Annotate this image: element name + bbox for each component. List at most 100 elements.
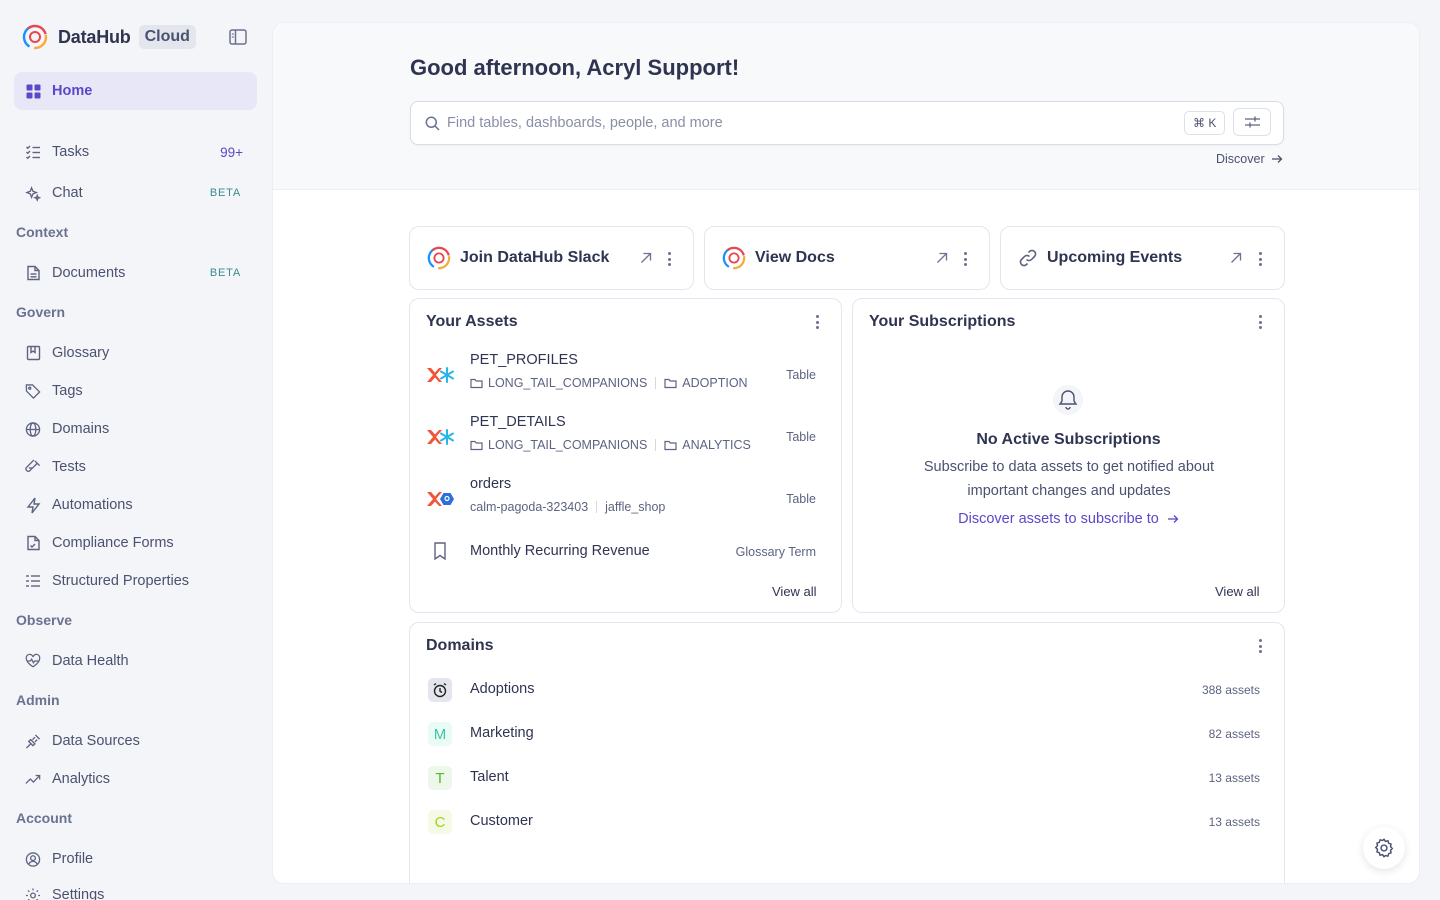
sidebar-item-settings[interactable]: Settings (14, 876, 257, 900)
sidebar-item-label: Tests (52, 459, 86, 475)
sidebar-item-domains[interactable]: Domains (14, 410, 257, 448)
link-card-slack[interactable]: Join DataHub Slack (409, 226, 694, 290)
floating-settings-button[interactable] (1363, 827, 1405, 869)
asset-path: calm-pagoda-323403 jaffle_shop (470, 500, 665, 514)
grid-icon (25, 83, 41, 99)
domain-asset-count: 82 assets (1208, 727, 1260, 741)
tag-icon (25, 383, 41, 399)
domain-row[interactable]: T Talent 13 assets (426, 763, 1264, 793)
more-options-icon[interactable] (1258, 315, 1262, 329)
sidebar-item-tasks[interactable]: Tasks 99+ (14, 133, 257, 171)
more-options-icon[interactable] (667, 252, 671, 266)
section-label-context: Context (16, 224, 69, 240)
snowflake-source-icon (426, 426, 454, 448)
asset-container: calm-pagoda-323403 (470, 500, 589, 514)
sidebar-item-compliance-forms[interactable]: Compliance Forms (14, 524, 257, 562)
asset-row[interactable]: Monthly Recurring Revenue Glossary Term (426, 536, 820, 566)
sidebar: DataHub Cloud Home Tasks 99+ Chat BETA C… (0, 0, 272, 900)
sparkle-icon (25, 185, 41, 202)
asset-row[interactable]: orders calm-pagoda-323403 jaffle_shop Ta… (426, 474, 820, 524)
arrow-right-icon (1167, 514, 1179, 524)
sidebar-item-profile[interactable]: Profile (14, 840, 257, 878)
your-subscriptions-card: Your Subscriptions No Active Subscriptio… (852, 298, 1285, 613)
section-label-observe: Observe (16, 612, 73, 628)
search-header: Good afternoon, Acryl Support! ⌘ K Disco… (273, 23, 1419, 190)
gear-icon (1373, 837, 1395, 859)
heart-pulse-icon (25, 653, 41, 669)
folder-icon (470, 378, 483, 389)
more-options-icon[interactable] (1258, 252, 1262, 266)
domain-row[interactable]: M Marketing 82 assets (426, 719, 1264, 749)
link-card-title: Upcoming Events (1047, 249, 1183, 266)
brand[interactable]: DataHub Cloud (22, 22, 196, 52)
sidebar-item-label: Domains (52, 421, 110, 437)
sidebar-item-structured-properties[interactable]: Structured Properties (14, 562, 257, 600)
asset-path: LONG_TAIL_COMPANIONS ADOPTION (470, 376, 748, 390)
asset-row[interactable]: PET_PROFILES LONG_TAIL_COMPANIONS ADOPTI… (426, 350, 820, 400)
asset-row[interactable]: PET_DETAILS LONG_TAIL_COMPANIONS ANALYTI… (426, 412, 820, 462)
sidebar-item-automations[interactable]: Automations (14, 486, 257, 524)
folder-icon (664, 378, 677, 389)
sidebar-item-analytics[interactable]: Analytics (14, 760, 257, 798)
search-input[interactable] (447, 112, 1147, 134)
card-title: Your Assets (426, 313, 518, 330)
sidebar-item-label: Glossary (52, 345, 110, 361)
sidebar-collapse-icon[interactable] (228, 27, 248, 47)
domain-asset-count: 388 assets (1201, 683, 1260, 697)
section-label-admin: Admin (16, 692, 60, 708)
more-options-icon[interactable] (1258, 639, 1262, 653)
bigquery-source-icon (426, 488, 454, 510)
datahub-logo-icon (22, 24, 48, 50)
discover-subscriptions-link[interactable]: Discover assets to subscribe to (853, 511, 1284, 527)
external-link-icon[interactable] (640, 252, 652, 264)
arrow-right-icon (1271, 154, 1283, 164)
link-icon (1018, 248, 1038, 268)
sidebar-item-home[interactable]: Home (14, 72, 257, 110)
sidebar-item-glossary[interactable]: Glossary (14, 334, 257, 372)
sidebar-item-chat[interactable]: Chat BETA (14, 174, 257, 212)
domain-name: Adoptions (470, 681, 535, 697)
domain-row[interactable]: Adoptions 388 assets (426, 675, 1264, 705)
bell-icon (1053, 385, 1083, 415)
view-all-link[interactable]: View all (1215, 584, 1260, 599)
search-bar[interactable]: ⌘ K (410, 101, 1284, 145)
user-circle-icon (25, 851, 41, 867)
bookmark-icon (426, 541, 454, 563)
view-all-link[interactable]: View all (772, 584, 817, 599)
sidebar-item-tags[interactable]: Tags (14, 372, 257, 410)
external-link-icon[interactable] (936, 252, 948, 264)
domain-name: Customer (470, 813, 533, 829)
test-tube-icon (25, 459, 41, 475)
checklist-icon (25, 144, 41, 160)
sidebar-item-data-health[interactable]: Data Health (14, 642, 257, 680)
discover-link[interactable]: Discover (1216, 152, 1283, 166)
main-panel: Good afternoon, Acryl Support! ⌘ K Disco… (272, 22, 1420, 884)
list-icon (25, 573, 41, 589)
asset-container: LONG_TAIL_COMPANIONS (488, 376, 648, 390)
more-options-icon[interactable] (963, 252, 967, 266)
link-card-docs[interactable]: View Docs (704, 226, 990, 290)
sidebar-item-label: Tags (52, 383, 83, 399)
domain-asset-count: 13 assets (1208, 771, 1260, 785)
sidebar-item-data-sources[interactable]: Data Sources (14, 722, 257, 760)
asset-container: LONG_TAIL_COMPANIONS (488, 438, 648, 452)
filter-button[interactable] (1233, 108, 1271, 136)
sidebar-item-tests[interactable]: Tests (14, 448, 257, 486)
sliders-icon (1244, 115, 1261, 129)
asset-container: jaffle_shop (605, 500, 666, 514)
brand-tag: Cloud (138, 25, 196, 49)
sidebar-item-documents[interactable]: Documents BETA (14, 254, 257, 292)
discover-subscriptions-label: Discover assets to subscribe to (958, 511, 1159, 527)
section-label-account: Account (16, 810, 72, 826)
sidebar-item-label: Documents (52, 265, 126, 281)
asset-type: Table (786, 492, 816, 506)
more-options-icon[interactable] (815, 315, 819, 329)
folder-icon (470, 440, 483, 451)
domain-row[interactable]: C Customer 13 assets (426, 807, 1264, 837)
external-link-icon[interactable] (1230, 252, 1242, 264)
datahub-logo-icon (722, 246, 746, 270)
sidebar-item-label: Automations (52, 497, 133, 513)
sidebar-item-label: Data Sources (52, 733, 140, 749)
link-card-events[interactable]: Upcoming Events (1000, 226, 1285, 290)
sidebar-item-label: Tasks (52, 144, 90, 160)
